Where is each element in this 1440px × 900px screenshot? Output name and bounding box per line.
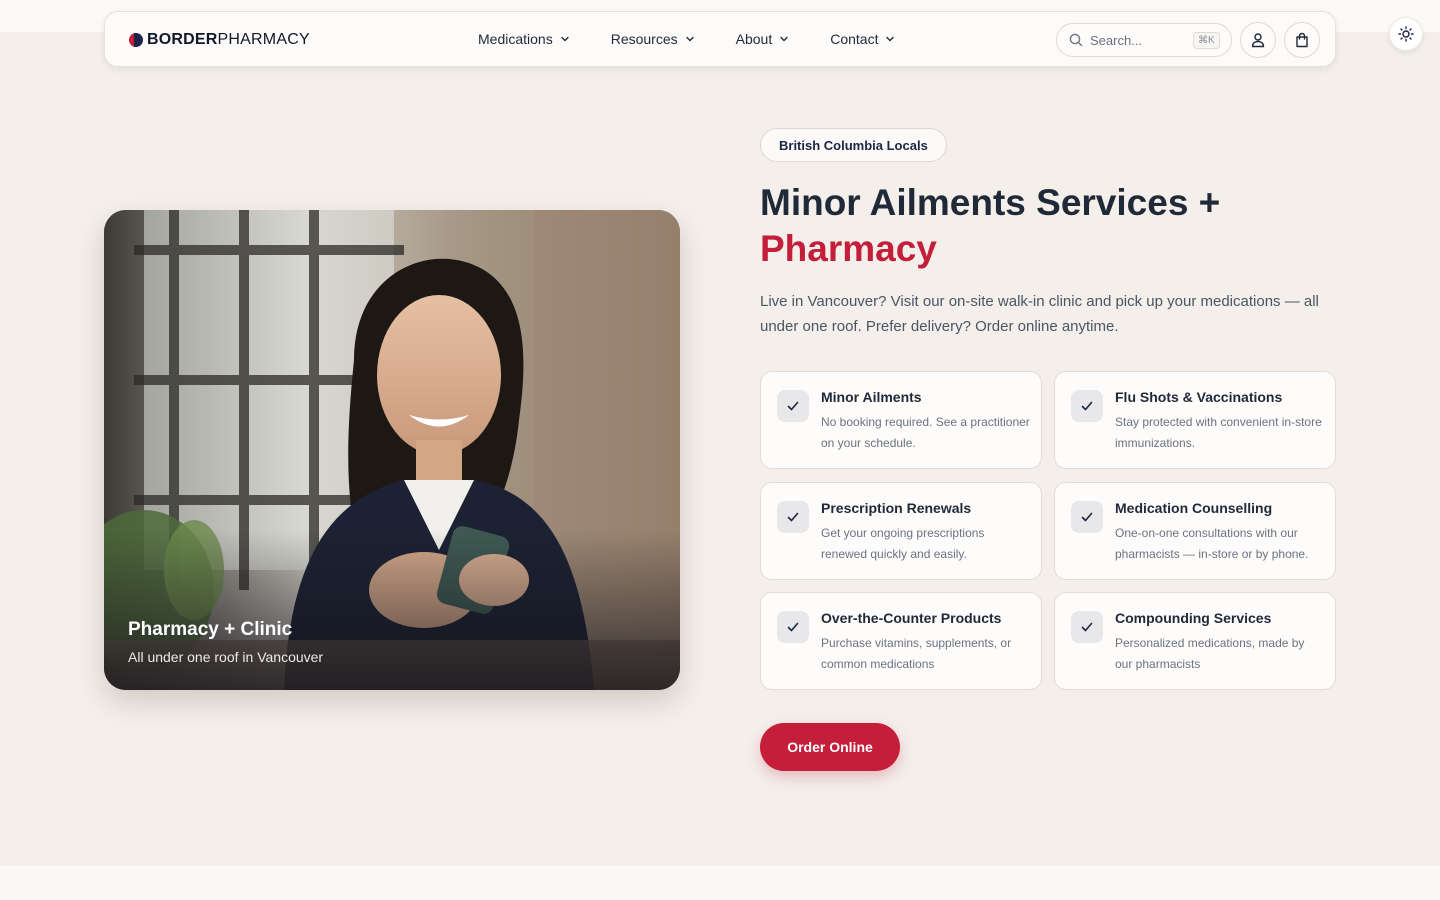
headline-main: Minor Ailments Services +: [760, 182, 1221, 223]
service-description: One-on-one consultations with our pharma…: [1115, 526, 1309, 561]
chevron-down-icon: [780, 36, 788, 42]
cart-button[interactable]: [1284, 22, 1320, 58]
checkmark-icon: [777, 501, 809, 533]
intro-paragraph: Live in Vancouver? Visit our on-site wal…: [760, 293, 1319, 335]
nav-item-about[interactable]: About: [736, 31, 791, 47]
service-title: Prescription Renewals: [821, 500, 972, 516]
shortcut-badge: ⌘K: [1193, 31, 1220, 49]
service-card-compounding: Compounding Services Personalized medica…: [1054, 592, 1336, 690]
checkmark-icon: [777, 611, 809, 643]
bottom-background-strip: [0, 866, 1440, 900]
account-button[interactable]: [1240, 22, 1276, 58]
service-card-otc-products: Over-the-Counter Products Purchase vitam…: [760, 592, 1042, 690]
nav-item-label: Medications: [478, 31, 553, 47]
theme-toggle-button[interactable]: [1389, 17, 1423, 51]
service-card-prescription-renewals: Prescription Renewals Get your ongoing p…: [760, 482, 1042, 580]
service-title: Compounding Services: [1115, 610, 1272, 626]
nav-item-resources[interactable]: Resources: [611, 31, 696, 47]
service-card-medication-counselling: Medication Counselling One-on-one consul…: [1054, 482, 1336, 580]
service-title: Over-the-Counter Products: [821, 610, 1002, 626]
search-box[interactable]: ⌘K: [1056, 23, 1232, 57]
logo-text: BORDERPHARMACY: [147, 31, 310, 48]
location-badge: British Columbia Locals: [760, 128, 947, 162]
headline-accent: Pharmacy: [760, 228, 937, 269]
image-gradient-overlay: [104, 530, 680, 690]
service-description: Personalized medications, made by our ph…: [1115, 636, 1305, 671]
checkmark-icon: [777, 390, 809, 422]
order-online-button[interactable]: Order Online: [760, 723, 900, 771]
service-description: Purchase vitamins, supplements, or commo…: [821, 636, 1012, 671]
nav-item-contact[interactable]: Contact: [830, 31, 896, 47]
logo-mark-icon: [129, 33, 143, 47]
checkmark-icon: [1071, 501, 1103, 533]
hero-caption: Pharmacy + Clinic All under one roof in …: [128, 619, 323, 665]
search-input[interactable]: [1090, 32, 1186, 48]
service-description: No booking required. See a practitioner …: [821, 415, 1030, 450]
hero-caption-subtitle: All under one roof in Vancouver: [128, 649, 324, 665]
chevron-down-icon: [685, 36, 694, 42]
nav-item-label: Contact: [830, 31, 879, 47]
hero-caption-title: Pharmacy + Clinic: [128, 619, 293, 640]
logo[interactable]: BORDERPHARMACY: [129, 31, 310, 49]
chevron-down-icon: [561, 36, 569, 42]
service-description: Get your ongoing prescriptions renewed q…: [821, 526, 985, 561]
checkmark-icon: [1071, 611, 1103, 643]
user-icon: [1251, 33, 1265, 48]
sun-icon: [1398, 26, 1414, 42]
nav-item-label: About: [735, 31, 773, 47]
main-nav: Medications Resources About Contact: [478, 12, 896, 66]
service-card-minor-ailments: Minor Ailments No booking required. See …: [760, 371, 1042, 469]
shopping-bag-icon: [1296, 32, 1308, 48]
search-icon: [1069, 33, 1083, 47]
site-header: BORDERPHARMACY Medications Resources Abo…: [104, 11, 1336, 67]
service-title: Medication Counselling: [1115, 500, 1273, 516]
service-title: Flu Shots & Vaccinations: [1115, 389, 1283, 405]
hero-image: Pharmacy + Clinic All under one roof in …: [104, 210, 680, 690]
checkmark-icon: [1071, 390, 1103, 422]
service-card-flu-shots: Flu Shots & Vaccinations Stay protected …: [1054, 371, 1336, 469]
service-title: Minor Ailments: [821, 389, 922, 405]
nav-item-medications[interactable]: Medications: [478, 31, 571, 47]
nav-item-label: Resources: [610, 31, 678, 47]
chevron-down-icon: [886, 36, 895, 42]
page-title: Minor Ailments Services + Pharmacy: [760, 180, 1220, 272]
service-description: Stay protected with convenient in-store …: [1115, 415, 1322, 450]
